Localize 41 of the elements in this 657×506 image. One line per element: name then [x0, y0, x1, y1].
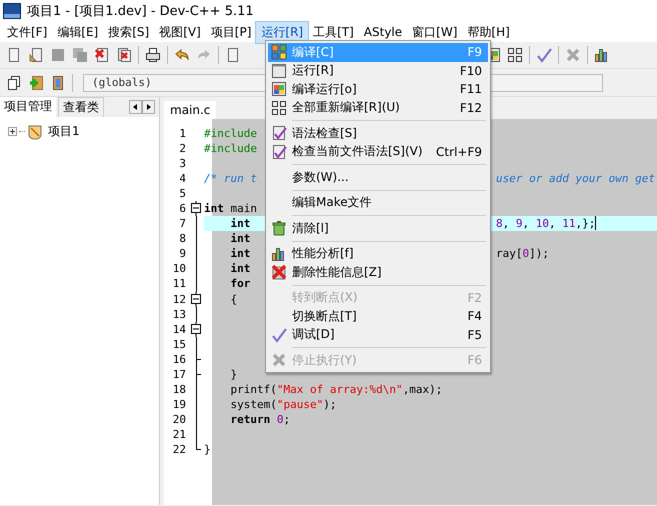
code-text: /* run t	[204, 172, 257, 186]
line-number: 11	[172, 276, 186, 292]
code-text: }	[230, 368, 238, 381]
line-number: 19	[172, 396, 186, 412]
code-text: printf("Max of array:%d\n",max);	[230, 382, 442, 396]
code-text: user or add your own get	[496, 171, 655, 186]
line-number: 4	[178, 171, 186, 186]
code-text: #include	[204, 127, 257, 140]
line-number: 3	[178, 156, 186, 172]
line-number: 2	[178, 141, 186, 156]
line-number: 13	[172, 306, 186, 322]
code-text: #include	[204, 142, 257, 156]
code-text: ray[0]);	[496, 246, 549, 262]
code-text: }	[204, 442, 211, 456]
code-text: int	[230, 247, 250, 260]
line-number: 6	[178, 201, 186, 216]
line-number: 8	[178, 231, 186, 246]
line-number: 12	[172, 292, 186, 307]
code-text: 8, 9, 10, 11,};	[496, 216, 596, 232]
code-text: system("pause");	[230, 398, 336, 411]
line-number: 21	[172, 426, 186, 442]
line-number: 22	[172, 442, 186, 458]
line-number: 7	[178, 216, 186, 232]
line-number: 10	[172, 261, 186, 276]
line-number: 18	[172, 382, 186, 397]
line-number: 15	[172, 336, 186, 352]
line-number: 5	[178, 186, 186, 202]
code-text: for	[230, 277, 250, 290]
code-text: int main	[204, 202, 257, 216]
window-title: 项目1 - [项目1.dev] - Dev-C++ 5.11	[27, 3, 254, 20]
code-text: return 0;	[230, 412, 290, 426]
line-number: 16	[172, 352, 186, 367]
code-text: {	[230, 292, 238, 306]
line-number: 17	[172, 366, 186, 382]
line-number: 14	[172, 322, 186, 337]
line-number: 20	[172, 412, 186, 427]
code-text: int	[230, 232, 250, 246]
line-number: 1	[178, 126, 186, 142]
code-text: int	[230, 217, 250, 230]
line-number: 9	[178, 246, 186, 262]
code-text: int	[230, 262, 250, 276]
